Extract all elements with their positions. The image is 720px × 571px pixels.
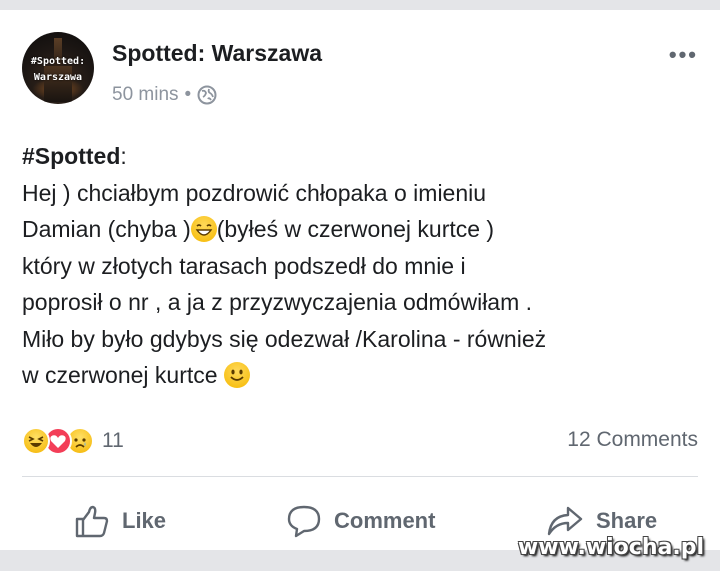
avatar-text-line1: #Spotted: <box>30 56 86 67</box>
watermark-text: www.wiocha.pl <box>517 535 704 560</box>
more-options-button[interactable]: ••• <box>669 42 698 68</box>
post-line-3: który w złotych tarasach podszedł do mni… <box>22 252 466 279</box>
grinning-squint-emoji-icon <box>190 216 217 242</box>
post-card: #Spotted: Warszawa Spotted: Warszawa 50 … <box>0 10 720 550</box>
post-line-hashtag: #Spotted: <box>22 138 702 175</box>
actions-divider <box>22 476 698 477</box>
post-line-6: w czerwonej kurtce <box>22 357 702 394</box>
post-line-2: Damian (chyba ) (byłeś w czerwonej kurtc… <box>22 211 702 248</box>
page-name-link[interactable]: Spotted: Warszawa <box>112 40 322 67</box>
reaction-count[interactable]: 11 <box>102 429 124 453</box>
smiling-face-emoji-icon <box>223 362 250 388</box>
globe-icon[interactable] <box>197 85 217 105</box>
post-timestamp[interactable]: 50 mins <box>112 84 179 106</box>
post-line-2b: (byłeś w czerwonej kurtce ) <box>216 216 495 242</box>
post-header: #Spotted: Warszawa Spotted: Warszawa 50 … <box>22 32 698 112</box>
post-line-6-text: w czerwonej kurtce <box>22 362 224 388</box>
share-label: Share <box>596 508 658 533</box>
post-line-1: Hej ) chciałbym pozdrowić chłopaka o imi… <box>22 179 487 206</box>
reactions-summary[interactable]: 11 <box>22 426 124 456</box>
post-meta: 50 mins • <box>112 84 217 106</box>
avatar-text-line2: Warszawa <box>33 72 83 83</box>
speech-bubble-icon <box>287 505 321 538</box>
comments-count-link[interactable]: 12 Comments <box>567 428 698 452</box>
post-line-4: poprosił o nr , a ja z przyzwyczajenia o… <box>22 289 533 315</box>
comment-button[interactable]: Comment <box>286 500 435 542</box>
thumbs-up-icon <box>75 505 109 538</box>
post-line-5: Miło by było gdybys się odezwał /Karolin… <box>22 325 547 352</box>
haha-reaction-icon <box>22 427 50 455</box>
like-button[interactable]: Like <box>74 500 166 542</box>
like-label: Like <box>122 508 167 533</box>
share-arrow-icon <box>547 506 583 536</box>
hashtag-link[interactable]: #Spotted <box>22 143 120 169</box>
post-body: #Spotted: Hej ) chciałbym pozdrowić chło… <box>22 138 702 394</box>
meta-separator: • <box>184 84 192 105</box>
hashtag-suffix: : <box>120 143 127 169</box>
post-line-2a: Damian (chyba ) <box>22 216 191 242</box>
page-avatar[interactable]: #Spotted: Warszawa <box>22 32 94 104</box>
comment-label: Comment <box>334 508 436 533</box>
